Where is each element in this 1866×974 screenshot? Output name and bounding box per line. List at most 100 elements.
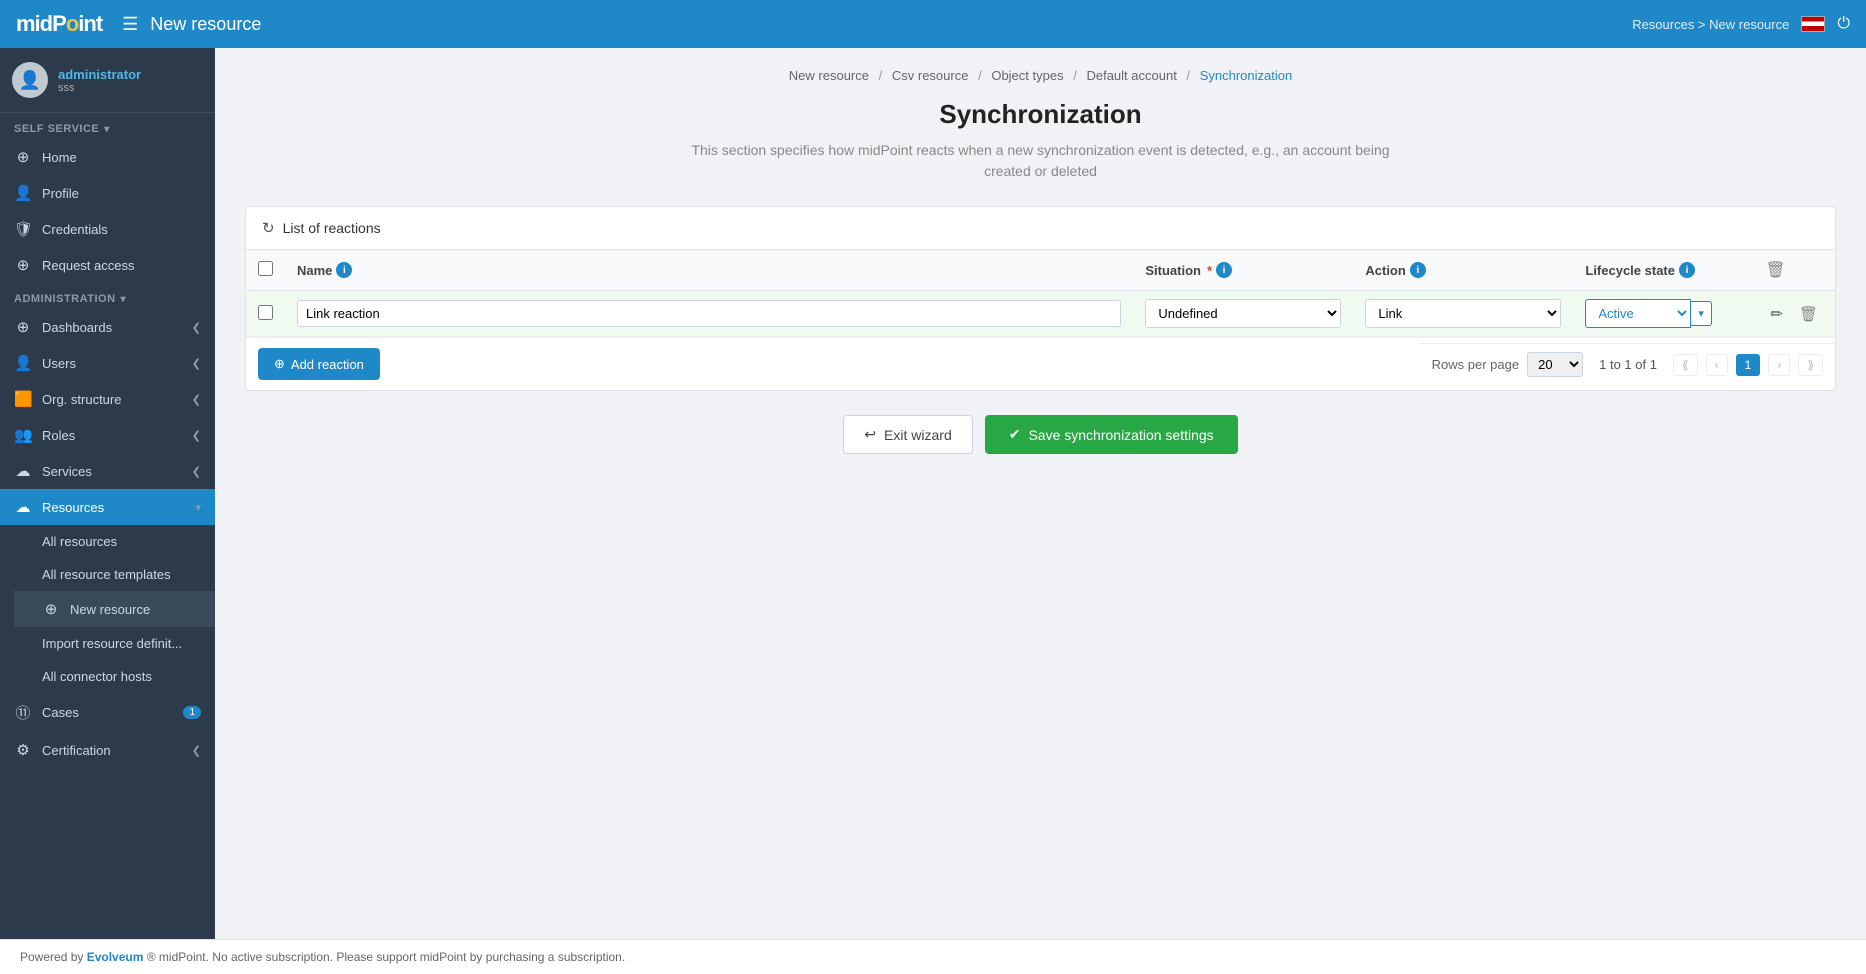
breadcrumb-object-types[interactable]: Object types	[991, 68, 1063, 83]
sidebar-item-services[interactable]: ☁ Services ❮	[0, 453, 215, 489]
users-icon: 👤	[14, 354, 32, 372]
bottom-buttons: ↩ Exit wizard ✔ Save synchronization set…	[245, 415, 1836, 454]
sidebar-item-all-resources[interactable]: All resources	[14, 525, 215, 558]
breadcrumb-new-resource[interactable]: New resource	[789, 68, 869, 83]
row-actions: ✏ 🗑	[1765, 302, 1823, 326]
footer: Powered by Evolveum ® midPoint. No activ…	[0, 939, 1866, 974]
delete-row-button[interactable]: 🗑	[1794, 302, 1823, 326]
col-situation-label: Situation	[1145, 263, 1201, 278]
power-icon[interactable]: ⏻	[1837, 15, 1850, 33]
situation-info-icon[interactable]: i	[1216, 262, 1232, 278]
menu-icon[interactable]: ☰	[122, 14, 138, 35]
exit-wizard-icon: ↩	[864, 426, 876, 443]
last-page-button[interactable]: ⟫	[1798, 354, 1823, 376]
sidebar-item-label: Services	[42, 464, 182, 479]
sidebar-item-label: Certification	[42, 743, 182, 758]
exit-wizard-label: Exit wizard	[884, 427, 952, 443]
profile-icon: 👤	[14, 184, 32, 202]
next-page-button[interactable]: ›	[1768, 354, 1790, 376]
situation-select[interactable]: Undefined Linked Unlinked Deleted Disput…	[1145, 299, 1341, 328]
sidebar-item-label: Profile	[42, 186, 201, 201]
add-reaction-button[interactable]: ⊕ Add reaction	[258, 348, 380, 380]
sidebar-item-credentials[interactable]: 🛡 Credentials	[0, 211, 215, 247]
th-delete: 🗑	[1753, 250, 1835, 291]
sidebar-item-profile[interactable]: 👤 Profile	[0, 175, 215, 211]
add-reaction-label: Add reaction	[291, 357, 364, 372]
certification-arrow: ❮	[192, 744, 201, 757]
self-service-caret[interactable]: ▾	[104, 124, 110, 135]
sidebar-item-label: Cases	[42, 705, 173, 720]
sidebar-item-users[interactable]: 👤 Users ❮	[0, 345, 215, 381]
request-icon: ⊕	[14, 256, 32, 274]
lifecycle-select[interactable]: Active Draft Deprecated Archived	[1585, 299, 1691, 328]
dashboards-arrow: ❮	[192, 321, 201, 334]
situation-required: *	[1207, 263, 1212, 278]
footer-brand-link[interactable]: Evolveum	[87, 950, 144, 964]
sidebar-item-certification[interactable]: ⚙ Certification ❮	[0, 732, 215, 768]
col-name-label: Name	[297, 263, 332, 278]
administration-label: ADMINISTRATION ▾	[0, 283, 215, 309]
username[interactable]: administrator	[58, 67, 141, 82]
logo: midPoint	[16, 11, 102, 37]
action-info-icon[interactable]: i	[1410, 262, 1426, 278]
sidebar-item-dashboards[interactable]: ⊕ Dashboards ❮	[0, 309, 215, 345]
table-row: Undefined Linked Unlinked Deleted Disput…	[246, 291, 1835, 337]
rows-per-page-label: Rows per page	[1432, 357, 1519, 372]
sidebar-item-request-access[interactable]: ⊕ Request access	[0, 247, 215, 283]
sidebar-item-cases[interactable]: ⑪ Cases 1	[0, 693, 215, 732]
rows-per-page-select[interactable]: 20 50 100	[1527, 352, 1583, 377]
refresh-icon[interactable]: ↻	[262, 219, 275, 237]
exit-wizard-button[interactable]: ↩ Exit wizard	[843, 415, 972, 454]
sidebar-item-all-connector-hosts[interactable]: All connector hosts	[14, 660, 215, 693]
row-lifecycle-cell: Active Draft Deprecated Archived ▾	[1573, 291, 1753, 337]
col-action-label: Action	[1365, 263, 1405, 278]
th-name: Name i	[285, 250, 1133, 291]
row-name-cell	[285, 291, 1133, 337]
sidebar-item-org-structure[interactable]: 🟧 Org. structure ❮	[0, 381, 215, 417]
topbar-title: New resource	[150, 14, 261, 35]
lifecycle-info-icon[interactable]: i	[1679, 262, 1695, 278]
sidebar-item-resources[interactable]: ☁ Resources ▾	[0, 489, 215, 525]
sidebar-item-new-resource[interactable]: ⊕ New resource	[14, 591, 215, 627]
table-header-row: Name i Situation * i Action	[246, 250, 1835, 291]
name-input[interactable]	[297, 300, 1121, 327]
delete-all-button[interactable]: 🗑	[1765, 260, 1785, 280]
page-title: Synchronization	[245, 99, 1836, 130]
sidebar-item-label: New resource	[70, 602, 201, 617]
card-header-label: List of reactions	[283, 220, 381, 236]
breadcrumb-csv-resource[interactable]: Csv resource	[892, 68, 969, 83]
th-checkbox	[246, 250, 285, 291]
select-all-checkbox[interactable]	[258, 261, 273, 276]
current-page-button[interactable]: 1	[1736, 354, 1761, 376]
lifecycle-caret-icon[interactable]: ▾	[1691, 301, 1712, 326]
user-role: sss	[58, 82, 141, 94]
admin-caret[interactable]: ▾	[121, 294, 127, 305]
sidebar-item-import-resource[interactable]: Import resource definit...	[14, 627, 215, 660]
breadcrumb-default-account[interactable]: Default account	[1086, 68, 1176, 83]
main-content: New resource / Csv resource / Object typ…	[215, 48, 1866, 939]
row-checkbox-cell	[246, 291, 285, 337]
sidebar-item-all-resource-templates[interactable]: All resource templates	[14, 558, 215, 591]
row-checkbox[interactable]	[258, 305, 273, 320]
users-arrow: ❮	[192, 357, 201, 370]
prev-page-button[interactable]: ‹	[1706, 354, 1728, 376]
sidebar-item-roles[interactable]: 👥 Roles ❮	[0, 417, 215, 453]
page-description: This section specifies how midPoint reac…	[691, 140, 1391, 182]
add-reaction-plus-icon: ⊕	[274, 356, 285, 372]
resources-icon: ☁	[14, 498, 32, 516]
resources-arrow: ▾	[195, 501, 201, 514]
org-icon: 🟧	[14, 390, 32, 408]
sidebar-item-home[interactable]: ⊕ Home	[0, 139, 215, 175]
flag-icon[interactable]	[1801, 16, 1825, 32]
action-select[interactable]: Link Unlink AddFocus DeleteFocus Inactiv…	[1365, 299, 1561, 328]
home-icon: ⊕	[14, 148, 32, 166]
name-info-icon[interactable]: i	[336, 262, 352, 278]
sidebar-item-label: Users	[42, 356, 182, 371]
edit-row-button[interactable]: ✏	[1765, 302, 1788, 326]
topbar-breadcrumb: Resources > New resource	[1632, 17, 1789, 32]
sidebar-item-label: Resources	[42, 500, 185, 515]
services-icon: ☁	[14, 462, 32, 480]
save-sync-button[interactable]: ✔ Save synchronization settings	[985, 415, 1238, 454]
topbar-right: Resources > New resource ⏻	[1632, 15, 1850, 33]
first-page-button[interactable]: ⟪	[1673, 354, 1698, 376]
